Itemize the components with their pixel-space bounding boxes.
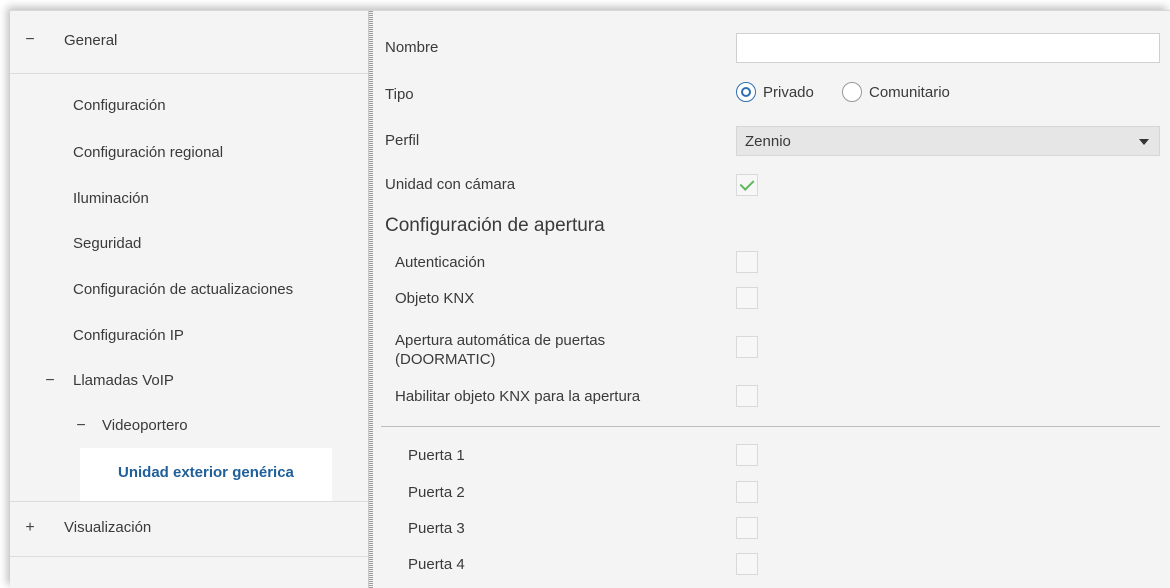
tree-node-videoportero[interactable]: − Videoportero (22, 417, 368, 439)
expand-icon[interactable]: + (22, 519, 38, 537)
autenticacion-checkbox[interactable] (736, 251, 758, 273)
sidebar-item-label: Seguridad (73, 235, 142, 252)
puerta-2-checkbox[interactable] (736, 481, 758, 503)
collapse-icon[interactable]: − (42, 372, 58, 390)
puerta-3-label: Puerta 3 (408, 520, 465, 537)
radio-privado-label[interactable]: Privado (763, 84, 814, 101)
puerta-2-label: Puerta 2 (408, 484, 465, 501)
sidebar-item-label: Configuración (73, 97, 166, 114)
sidebar-item-configuracion-ip[interactable]: Configuración IP (22, 327, 368, 349)
doormatic-checkbox[interactable] (736, 336, 758, 358)
puerta-1-label: Puerta 1 (408, 447, 465, 464)
tree-node-label: Llamadas VoIP (73, 372, 174, 389)
collapse-icon[interactable]: − (73, 417, 89, 435)
separator (10, 556, 368, 557)
nombre-label: Nombre (385, 39, 439, 56)
habilitar-label: Habilitar objeto KNX para la apertura (395, 388, 641, 405)
sidebar-item-configuracion[interactable]: Configuración (22, 97, 368, 119)
sidebar-item-label: Configuración regional (73, 144, 224, 161)
camara-checkbox[interactable] (736, 174, 758, 196)
sidebar-item-label: Unidad exterior genérica (118, 464, 294, 481)
tipo-label: Tipo (385, 86, 414, 103)
chevron-down-icon (1139, 139, 1149, 145)
settings-window: − General Configuración Configuración re… (10, 10, 1170, 588)
camara-label: Unidad con cámara (385, 176, 516, 193)
section-title: Configuración de apertura (385, 215, 605, 236)
perfil-label: Perfil (385, 132, 420, 149)
nombre-input[interactable] (736, 33, 1160, 63)
sidebar-item-actualizaciones[interactable]: Configuración de actualizaciones (22, 281, 368, 303)
tree-node-label: Videoportero (102, 417, 188, 434)
radio-privado[interactable] (736, 82, 756, 102)
autenticacion-label: Autenticación (395, 254, 486, 271)
radio-comunitario[interactable] (842, 82, 862, 102)
sidebar-item-label: Configuración de actualizaciones (73, 281, 294, 298)
perfil-select[interactable]: Zennio (736, 126, 1160, 156)
sidebar-item-unidad-exterior-generica[interactable]: Unidad exterior genérica (80, 448, 332, 501)
puerta-4-label: Puerta 4 (408, 556, 465, 573)
sidebar-item-label: Configuración IP (73, 327, 184, 344)
puerta-4-checkbox[interactable] (736, 553, 758, 575)
tree-node-label: Visualización (64, 519, 152, 536)
doormatic-label-line2: (DOORMATIC) (395, 351, 496, 368)
tree-node-llamadas-voip[interactable]: − Llamadas VoIP (22, 372, 368, 394)
objeto-knx-label: Objeto KNX (395, 290, 475, 307)
puerta-1-checkbox[interactable] (736, 444, 758, 466)
parameter-panel: Nombre Tipo Privado Comunitario Perfil Z… (373, 11, 1170, 588)
puerta-3-checkbox[interactable] (736, 517, 758, 539)
divider-line (381, 426, 1160, 427)
doormatic-label-line1: Apertura automática de puertas (395, 332, 606, 349)
sidebar-item-iluminacion[interactable]: Iluminación (22, 190, 368, 212)
tree-node-visualizacion[interactable]: + Visualización (22, 519, 368, 541)
separator (10, 73, 368, 74)
perfil-value: Zennio (745, 133, 791, 150)
sidebar-item-configuracion-regional[interactable]: Configuración regional (22, 144, 368, 166)
tree-node-label: General (64, 32, 118, 49)
objeto-knx-checkbox[interactable] (736, 287, 758, 309)
tree-node-general[interactable]: − General (22, 31, 368, 55)
sidebar-tree: − General Configuración Configuración re… (10, 11, 368, 588)
radio-comunitario-label[interactable]: Comunitario (869, 84, 950, 101)
habilitar-checkbox[interactable] (736, 385, 758, 407)
sidebar-item-seguridad[interactable]: Seguridad (22, 235, 368, 257)
separator (10, 501, 368, 502)
collapse-icon[interactable]: − (22, 31, 38, 49)
sidebar-item-label: Iluminación (73, 190, 149, 207)
